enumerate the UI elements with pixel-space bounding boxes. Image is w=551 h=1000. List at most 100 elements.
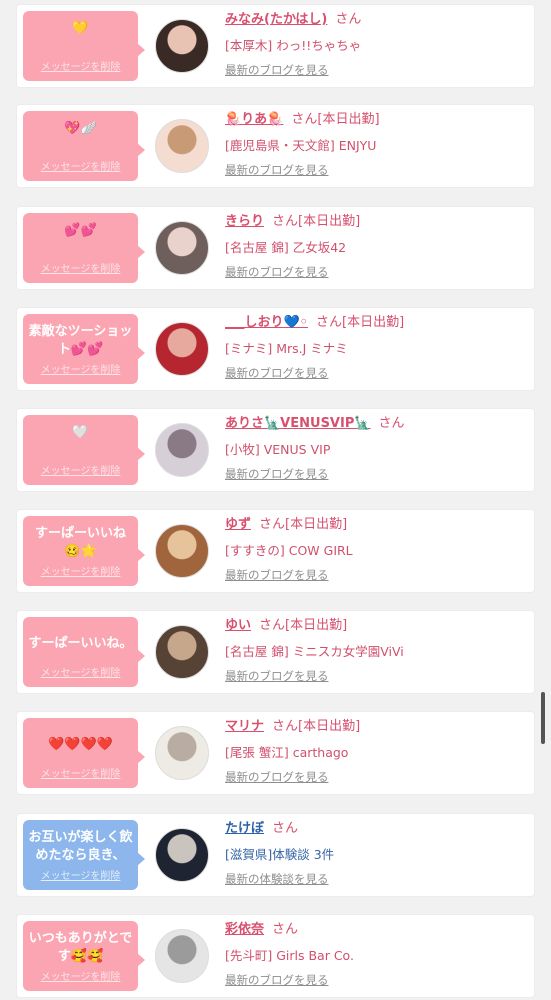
name-row: ゆい さん[本日出勤] (225, 617, 347, 635)
message-card: 素敵なツーショット💕💕 メッセージを削除 ___しおり💙◦ さん[本日出勤] [ミ… (17, 308, 534, 390)
message-card: お互いが楽しく飲めたなら良き、 メッセージを削除 たけぼ さん [滋賀県]体験談 … (17, 814, 534, 896)
profile-name-link[interactable]: ゆず (225, 517, 251, 532)
avatar[interactable] (155, 221, 209, 275)
latest-post-link[interactable]: 最新の体験談を見る (225, 871, 329, 887)
message-card: すーぱーいいね🥴🌟 メッセージを削除 ゆず さん[本日出勤] [すすきの] COW… (17, 510, 534, 592)
avatar[interactable] (155, 726, 209, 780)
message-text: 素敵なツーショット💕💕 (28, 324, 133, 357)
profile-name-link[interactable]: みなみ(たかはし) (225, 12, 327, 27)
honorific: さん (291, 112, 318, 127)
shop-info: [ミナミ] Mrs.J ミナミ (225, 341, 348, 356)
message-bubble: すーぱーいいね。 メッセージを削除 (23, 617, 145, 687)
scrollbar[interactable] (541, 692, 545, 744)
shop-info: [名古屋 錦] ミニスカ女学園ViVi (225, 644, 404, 659)
shop-info: [名古屋 錦] 乙女坂42 (225, 240, 347, 255)
latest-post-link[interactable]: 最新のブログを見る (225, 466, 329, 482)
honorific: さん (378, 416, 405, 431)
latest-post-link[interactable]: 最新のブログを見る (225, 62, 329, 78)
message-card: 💛 メッセージを削除 みなみ(たかはし) さん [本厚木] わっ!!ちゃちゃ 最新… (17, 5, 534, 87)
status-label: [本日出勤] (342, 315, 405, 330)
honorific: さん (272, 821, 299, 836)
avatar[interactable] (155, 322, 209, 376)
message-bubble: 🤍 メッセージを削除 (23, 415, 145, 485)
latest-post-link[interactable]: 最新のブログを見る (225, 567, 329, 583)
honorific: さん (316, 315, 343, 330)
shop-info: [先斗町] Girls Bar Co. (225, 948, 354, 963)
avatar[interactable] (155, 524, 209, 578)
delete-message-link[interactable]: メッセージを削除 (23, 664, 138, 679)
name-row: みなみ(たかはし) さん (225, 11, 361, 29)
message-bubble: ❤️❤️❤️❤️ メッセージを削除 (23, 718, 145, 788)
avatar[interactable] (155, 119, 209, 173)
avatar[interactable] (155, 625, 209, 679)
status-label: [本日出勤] (317, 112, 380, 127)
message-card: すーぱーいいね。 メッセージを削除 ゆい さん[本日出勤] [名古屋 錦] ミニス… (17, 611, 534, 693)
honorific: さん (272, 214, 299, 229)
message-bubble: すーぱーいいね🥴🌟 メッセージを削除 (23, 516, 145, 586)
message-card: ❤️❤️❤️❤️ メッセージを削除 マリナ さん[本日出勤] [尾張 蟹江] ca… (17, 712, 534, 794)
name-row: 🪼りあ🪼 さん[本日出勤] (225, 111, 380, 129)
message-card: 💕💕 メッセージを削除 きらり さん[本日出勤] [名古屋 錦] 乙女坂42 最新… (17, 207, 534, 289)
delete-message-link[interactable]: メッセージを削除 (23, 765, 138, 780)
profile-name-link[interactable]: たけぼ (225, 821, 264, 836)
latest-post-link[interactable]: 最新のブログを見る (225, 668, 329, 684)
honorific: さん (272, 719, 299, 734)
message-bubble: 💛 メッセージを削除 (23, 11, 145, 81)
latest-post-link[interactable]: 最新のブログを見る (225, 365, 329, 381)
shop-info: [滋賀県]体験談 3件 (225, 847, 335, 862)
delete-message-link[interactable]: メッセージを削除 (23, 968, 138, 983)
profile-name-link[interactable]: 🪼りあ🪼 (225, 112, 283, 127)
profile-name-link[interactable]: きらり (225, 214, 264, 229)
name-row: たけぼ さん (225, 820, 298, 838)
message-text: 💕💕 (64, 223, 97, 238)
message-text: 🤍 (72, 425, 89, 440)
message-text: ❤️❤️❤️❤️ (48, 737, 113, 752)
status-label: [本日出勤] (298, 719, 361, 734)
avatar[interactable] (155, 19, 209, 73)
delete-message-link[interactable]: メッセージを削除 (23, 867, 138, 882)
name-row: ありさ🗽VENUSVIP🗽 さん (225, 415, 405, 433)
message-bubble: いつもありがとです🥰🥰 メッセージを削除 (23, 921, 145, 991)
delete-message-link[interactable]: メッセージを削除 (23, 260, 138, 275)
honorific: さん (272, 922, 299, 937)
status-label: [本日出勤] (285, 618, 348, 633)
avatar[interactable] (155, 423, 209, 477)
honorific: さん (335, 12, 362, 27)
delete-message-link[interactable]: メッセージを削除 (23, 361, 138, 376)
name-row: ゆず さん[本日出勤] (225, 516, 347, 534)
status-label: [本日出勤] (285, 517, 348, 532)
profile-name-link[interactable]: 彩依奈 (225, 922, 264, 937)
name-row: ___しおり💙◦ さん[本日出勤] (225, 314, 404, 332)
name-row: 彩依奈 さん (225, 921, 298, 939)
message-bubble: 💖🪽 メッセージを削除 (23, 111, 145, 181)
delete-message-link[interactable]: メッセージを削除 (23, 58, 138, 73)
delete-message-link[interactable]: メッセージを削除 (23, 158, 138, 173)
message-text: 💛 (72, 21, 89, 36)
profile-name-link[interactable]: ゆい (225, 618, 251, 633)
shop-info: [鹿児島県・天文館] ENJYU (225, 138, 377, 153)
message-bubble: 素敵なツーショット💕💕 メッセージを削除 (23, 314, 145, 384)
name-row: マリナ さん[本日出勤] (225, 718, 360, 736)
latest-post-link[interactable]: 最新のブログを見る (225, 264, 329, 280)
name-row: きらり さん[本日出勤] (225, 213, 360, 231)
avatar[interactable] (155, 929, 209, 983)
delete-message-link[interactable]: メッセージを削除 (23, 462, 138, 477)
honorific: さん (259, 517, 286, 532)
delete-message-link[interactable]: メッセージを削除 (23, 563, 138, 578)
shop-info: [小牧] VENUS VIP (225, 442, 331, 457)
avatar[interactable] (155, 828, 209, 882)
message-text: 💖🪽 (64, 121, 97, 136)
latest-post-link[interactable]: 最新のブログを見る (225, 769, 329, 785)
profile-name-link[interactable]: ___しおり💙◦ (225, 315, 308, 330)
message-card: いつもありがとです🥰🥰 メッセージを削除 彩依奈 さん [先斗町] Girls B… (17, 915, 534, 997)
message-text: お互いが楽しく飲めたなら良き、 (28, 830, 133, 863)
message-bubble: お互いが楽しく飲めたなら良き、 メッセージを削除 (23, 820, 145, 890)
status-label: [本日出勤] (298, 214, 361, 229)
honorific: さん (259, 618, 286, 633)
message-text: いつもありがとです🥰🥰 (28, 931, 133, 964)
profile-name-link[interactable]: ありさ🗽VENUSVIP🗽 (225, 416, 371, 431)
latest-post-link[interactable]: 最新のブログを見る (225, 972, 329, 988)
profile-name-link[interactable]: マリナ (225, 719, 264, 734)
latest-post-link[interactable]: 最新のブログを見る (225, 162, 329, 178)
message-text: すーぱーいいね。 (28, 636, 133, 651)
